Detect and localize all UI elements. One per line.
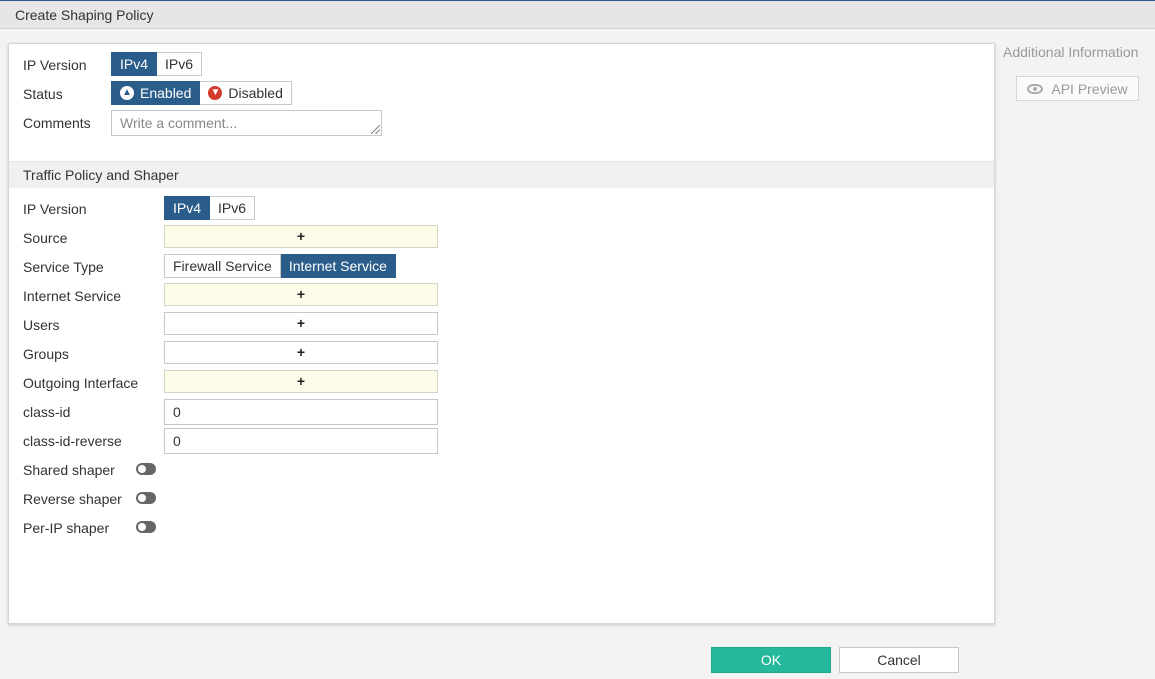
status-disabled-label: Disabled [228, 85, 283, 101]
comments-placeholder: Write a comment... [120, 115, 238, 131]
reverse-shaper-toggle[interactable] [136, 492, 156, 504]
traffic-ip-version-toggle: IPv4 IPv6 [164, 196, 256, 220]
api-preview-button[interactable]: API Preview [1016, 76, 1139, 101]
internet-service-option[interactable]: Internet Service [280, 254, 396, 278]
form-panel: IP Version IPv4 IPv6 Status ▲ Enabled ▼ … [8, 43, 995, 624]
groups-picker[interactable]: + [164, 341, 438, 364]
arrow-down-circle-icon: ▼ [208, 86, 223, 100]
eye-icon [1027, 83, 1044, 94]
ip-version-toggle: IPv4 IPv6 [111, 52, 203, 76]
dialog-titlebar: Create Shaping Policy [0, 0, 1155, 29]
traffic-section-header: Traffic Policy and Shaper [9, 161, 994, 188]
api-preview-label: API Preview [1051, 80, 1128, 97]
shared-shaper-label: Shared shaper [23, 462, 115, 478]
service-type-toggle: Firewall Service Internet Service [164, 254, 396, 278]
class-id-reverse-input[interactable]: 0 [164, 428, 438, 454]
per-ip-shaper-toggle[interactable] [136, 521, 156, 533]
ip-version-label: IP Version [23, 57, 87, 73]
groups-label: Groups [23, 346, 69, 362]
status-enabled-option[interactable]: ▲ Enabled [111, 81, 201, 105]
status-toggle: ▲ Enabled ▼ Disabled [111, 81, 292, 105]
source-picker[interactable]: + [164, 225, 438, 248]
arrow-up-circle-icon: ▲ [120, 86, 134, 100]
status-disabled-option[interactable]: ▼ Disabled [200, 81, 292, 105]
status-enabled-label: Enabled [140, 85, 192, 101]
internet-service-picker[interactable]: + [164, 283, 438, 306]
traffic-ip-version-label: IP Version [23, 201, 87, 217]
ok-button[interactable]: OK [711, 647, 831, 673]
outgoing-interface-picker[interactable]: + [164, 370, 438, 393]
users-label: Users [23, 317, 60, 333]
traffic-section-title: Traffic Policy and Shaper [23, 167, 179, 183]
dialog-title: Create Shaping Policy [15, 7, 154, 23]
class-id-reverse-label: class-id-reverse [23, 433, 122, 449]
comments-textarea[interactable]: Write a comment... [111, 110, 382, 136]
reverse-shaper-label: Reverse shaper [23, 491, 122, 507]
source-label: Source [23, 230, 68, 246]
additional-information-title: Additional Information [1003, 44, 1139, 60]
resize-handle-icon[interactable] [371, 125, 380, 134]
ip-version-ipv6-option[interactable]: IPv6 [157, 52, 203, 76]
service-type-label: Service Type [23, 259, 104, 275]
shared-shaper-toggle[interactable] [136, 463, 156, 475]
ip-version-ipv4-option[interactable]: IPv4 [111, 52, 158, 76]
class-id-input[interactable]: 0 [164, 399, 438, 425]
comments-label: Comments [23, 115, 91, 131]
traffic-ipv6-option[interactable]: IPv6 [210, 196, 256, 220]
firewall-service-option[interactable]: Firewall Service [164, 254, 281, 278]
class-id-label: class-id [23, 404, 71, 420]
traffic-ipv4-option[interactable]: IPv4 [164, 196, 211, 220]
internet-service-label: Internet Service [23, 288, 122, 304]
users-picker[interactable]: + [164, 312, 438, 335]
cancel-button[interactable]: Cancel [839, 647, 959, 673]
outgoing-interface-label: Outgoing Interface [23, 375, 139, 391]
status-label: Status [23, 86, 63, 102]
per-ip-shaper-label: Per-IP shaper [23, 520, 110, 536]
